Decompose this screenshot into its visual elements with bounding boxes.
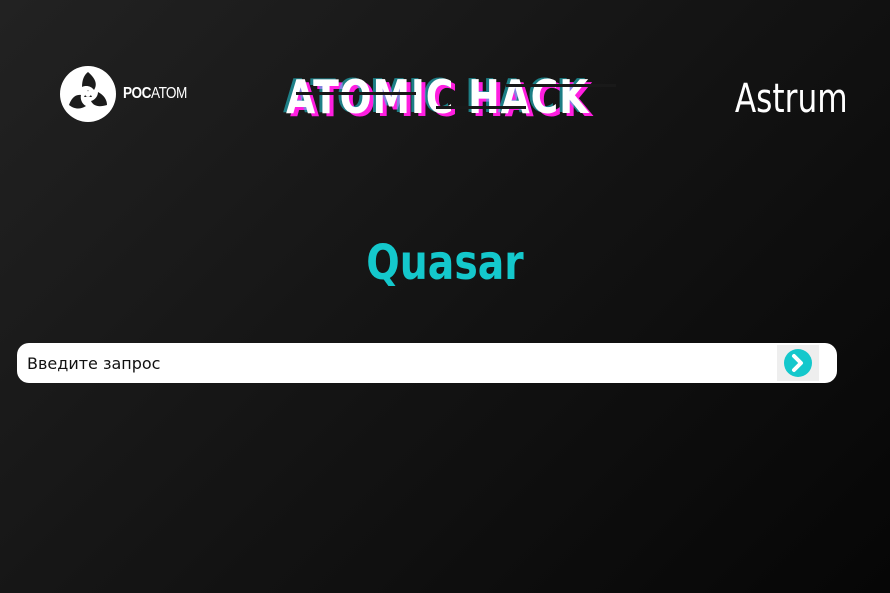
glitch-slice xyxy=(506,84,616,87)
brand-name: РОСАТОМ xyxy=(123,85,187,103)
product-title: Quasar xyxy=(366,235,524,291)
glitch-slice xyxy=(436,106,526,109)
team-name: Astrum xyxy=(735,76,848,122)
brand-logo-link[interactable]: РОСАТОМ xyxy=(60,66,198,122)
rosatom-logo-icon xyxy=(60,66,116,122)
search-submit-button[interactable] xyxy=(777,345,819,381)
brand-name-regular: АТОМ xyxy=(151,85,187,102)
search-bar xyxy=(17,343,837,383)
brand-name-bold: РОС xyxy=(123,85,152,102)
search-input[interactable] xyxy=(27,343,767,383)
event-title-text: ATOMIC HACK xyxy=(286,70,590,124)
glitch-slice xyxy=(296,92,416,95)
arrow-right-circle-icon xyxy=(784,349,812,377)
header: РОСАТОМ ATOMIC HACK ATOMIC HACK ATOMIC H… xyxy=(0,0,890,190)
event-title: ATOMIC HACK ATOMIC HACK ATOMIC HACK xyxy=(283,62,646,132)
